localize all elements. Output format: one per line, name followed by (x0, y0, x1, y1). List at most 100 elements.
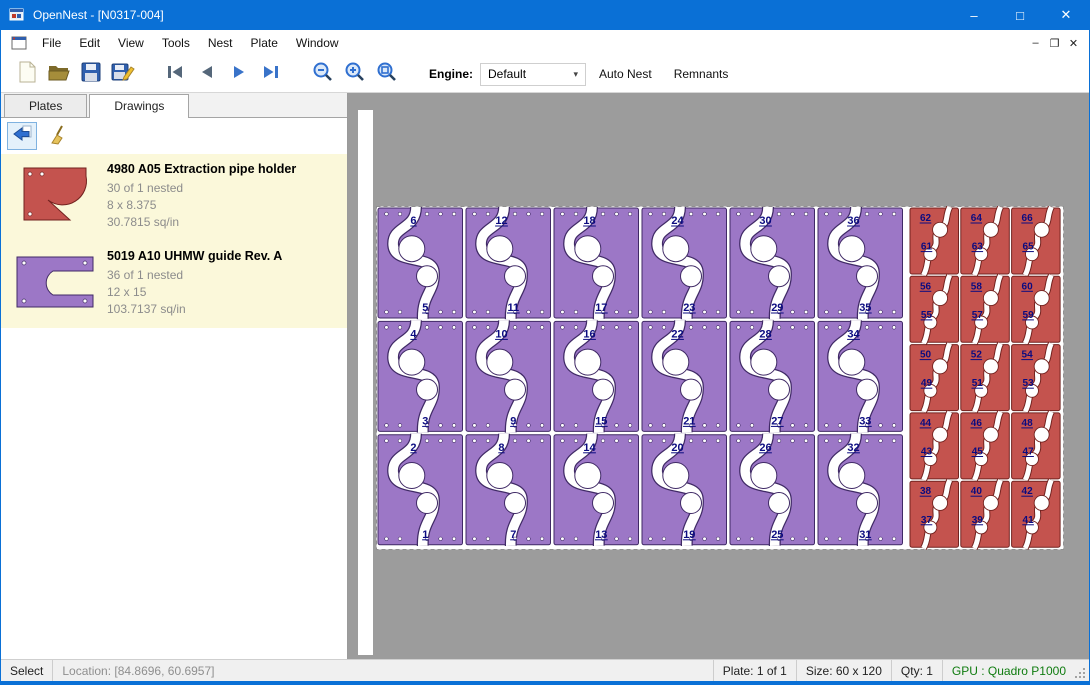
menu-edit[interactable]: Edit (70, 31, 109, 55)
nested-part-pair[interactable]: 3433 (818, 320, 903, 432)
nested-part-pair[interactable]: 65 (378, 207, 463, 319)
nested-part-pair[interactable]: 1615 (554, 320, 639, 432)
svg-text:46: 46 (971, 418, 983, 429)
nav-first-button[interactable] (159, 59, 191, 89)
nested-part-pair[interactable]: 6059 (1012, 275, 1061, 343)
new-button[interactable] (11, 59, 43, 89)
nav-last-button[interactable] (255, 59, 287, 89)
drawing-list: 4980 A05 Extraction pipe holder 30 of 1 … (1, 154, 347, 328)
resize-grip[interactable] (1075, 660, 1089, 681)
nested-part-pair[interactable]: 4241 (1012, 480, 1061, 548)
plate[interactable]: 6512111817242330293635431091615222128273… (376, 206, 1064, 550)
mdi-restore-button[interactable]: ❐ (1045, 34, 1064, 52)
sidebar-tabstrip: Plates Drawings (1, 93, 347, 118)
mdi-minimize-button[interactable]: – (1026, 34, 1045, 52)
nested-part-pair[interactable]: 2221 (642, 320, 727, 432)
menu-window[interactable]: Window (287, 31, 348, 55)
svg-text:19: 19 (683, 529, 695, 541)
svg-text:26: 26 (759, 442, 771, 454)
status-location: Location: [84.8696, 60.6957] (53, 660, 223, 681)
nest-canvas[interactable]: 6512111817242330293635431091615222128273… (348, 93, 1089, 659)
nested-part-pair[interactable]: 4847 (1012, 412, 1061, 480)
nested-part-pair[interactable]: 3837 (910, 480, 959, 548)
nested-part-pair[interactable]: 4039 (961, 480, 1010, 548)
nav-next-button[interactable] (223, 59, 255, 89)
first-arrow-icon (165, 63, 185, 86)
svg-text:15: 15 (595, 415, 607, 427)
clear-drawings-button[interactable] (45, 122, 75, 150)
svg-text:12: 12 (495, 215, 507, 227)
sidebar-toolbar (1, 118, 347, 154)
nested-part-pair[interactable]: 21 (378, 434, 463, 546)
menu-tools[interactable]: Tools (153, 31, 199, 55)
svg-text:64: 64 (971, 213, 983, 224)
maximize-button[interactable]: □ (997, 0, 1043, 30)
nested-part-pair[interactable]: 26 25 (730, 434, 815, 546)
nested-part-pair[interactable]: 5655 (910, 275, 959, 343)
tab-plates[interactable]: Plates (4, 94, 87, 117)
next-arrow-icon (229, 63, 249, 86)
nested-part-pair[interactable]: 4443 (910, 412, 959, 480)
save-as-button[interactable] (107, 59, 139, 89)
svg-text:36: 36 (847, 215, 859, 227)
menu-file[interactable]: File (33, 31, 70, 55)
zoom-fit-button[interactable] (371, 59, 403, 89)
auto-nest-button[interactable]: Auto Nest (590, 62, 661, 86)
svg-text:18: 18 (583, 215, 595, 227)
nested-part-pair[interactable]: 87 (466, 434, 551, 546)
svg-text:54: 54 (1022, 350, 1034, 361)
drawing-item[interactable]: 4980 A05 Extraction pipe holder 30 of 1 … (1, 154, 347, 241)
nested-part-pair[interactable]: 43 (378, 320, 463, 432)
nested-part-pair[interactable]: 4645 (961, 412, 1010, 480)
nested-part-pair[interactable]: 6463 (961, 207, 1010, 275)
nested-part-pair[interactable]: 5049 (910, 344, 959, 412)
nested-part-pair[interactable]: 5453 (1012, 344, 1061, 412)
nested-part-pair[interactable]: 2827 (730, 320, 815, 432)
nested-part-pair[interactable]: 5857 (961, 275, 1010, 343)
mdi-close-button[interactable]: ✕ (1064, 34, 1083, 52)
open-button[interactable] (43, 59, 75, 89)
nested-part-pair[interactable]: 109 (466, 320, 551, 432)
app-icon[interactable] (9, 7, 25, 23)
nested-part-pair[interactable]: 5251 (961, 344, 1010, 412)
svg-text:43: 43 (921, 446, 933, 457)
nested-part-pair[interactable]: 1211 (466, 207, 551, 319)
nested-part-pair[interactable]: 1817 (554, 207, 639, 319)
svg-text:41: 41 (1023, 515, 1035, 526)
svg-text:16: 16 (583, 328, 595, 340)
minimize-button[interactable]: – (951, 0, 997, 30)
nested-part-pair[interactable]: 1413 (554, 434, 639, 546)
import-drawing-button[interactable] (7, 122, 37, 150)
svg-text:20: 20 (671, 442, 683, 454)
svg-text:3: 3 (422, 415, 428, 427)
zoom-in-button[interactable] (339, 59, 371, 89)
nested-part-pair[interactable]: 3231 (818, 434, 903, 546)
nested-part-pair[interactable]: 3029 (730, 207, 815, 319)
svg-text:17: 17 (595, 302, 607, 314)
menu-plate[interactable]: Plate (242, 31, 287, 55)
nested-part-pair[interactable]: 6665 (1012, 207, 1061, 275)
menu-nest[interactable]: Nest (199, 31, 242, 55)
svg-text:2: 2 (410, 442, 416, 454)
menu-view[interactable]: View (109, 31, 153, 55)
close-button[interactable]: ✕ (1043, 0, 1089, 30)
status-qty: Qty: 1 (891, 660, 942, 681)
nested-part-pair[interactable]: 2019 (642, 434, 727, 546)
nested-part-pair[interactable]: 6261 (910, 207, 959, 275)
nested-part-pair[interactable]: 3635 (818, 207, 903, 319)
svg-text:55: 55 (921, 310, 933, 321)
tab-drawings[interactable]: Drawings (89, 94, 189, 118)
nav-prev-button[interactable] (191, 59, 223, 89)
nested-part-pair[interactable]: 2423 (642, 207, 727, 319)
svg-text:58: 58 (971, 281, 983, 292)
broom-icon (49, 123, 71, 150)
svg-text:8: 8 (498, 442, 504, 454)
drawing-item[interactable]: 5019 A10 UHMW guide Rev. A 36 of 1 neste… (1, 241, 347, 328)
remnants-button[interactable]: Remnants (665, 62, 738, 86)
svg-text:25: 25 (771, 529, 783, 541)
nest-svg: 6512111817242330293635431091615222128273… (376, 206, 1064, 550)
engine-select[interactable]: Default ▾ (480, 63, 586, 86)
document-icon[interactable] (11, 36, 27, 50)
zoom-out-button[interactable] (307, 59, 339, 89)
save-button[interactable] (75, 59, 107, 89)
